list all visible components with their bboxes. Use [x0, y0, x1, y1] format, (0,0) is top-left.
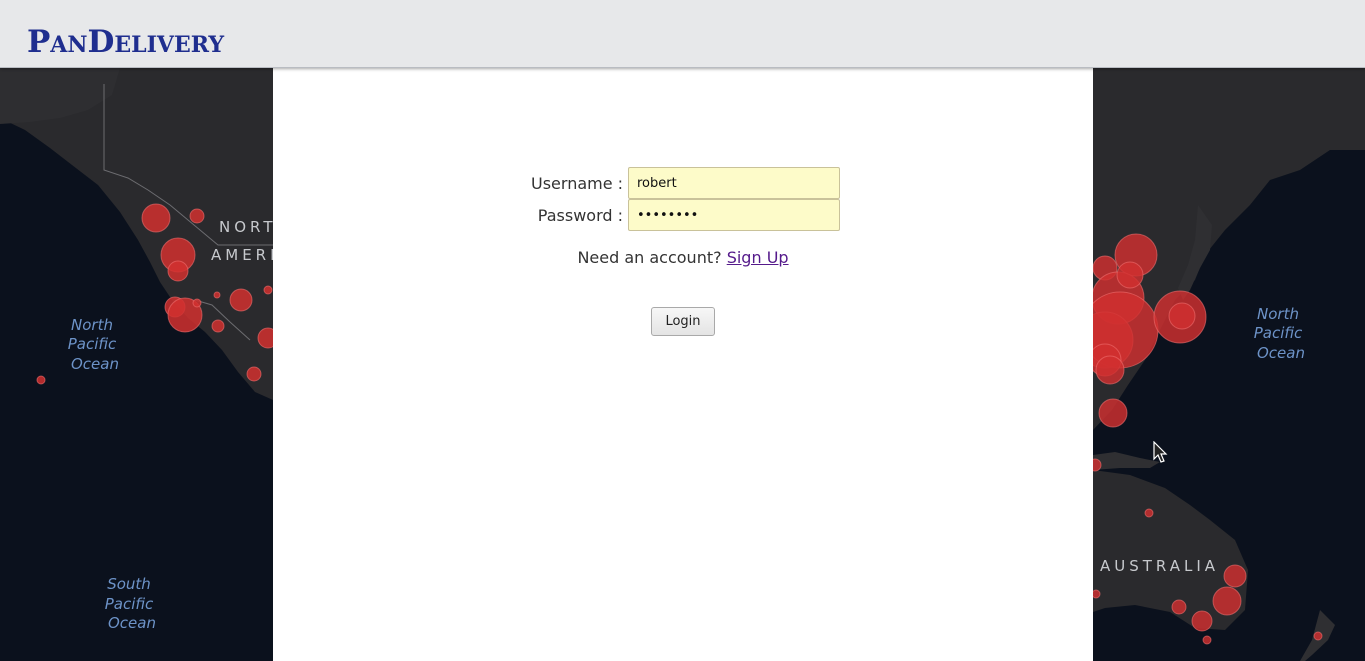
svg-text:South: South [107, 575, 151, 593]
password-row: Password : [531, 199, 840, 231]
app-logo[interactable]: PanDelivery [27, 22, 224, 62]
svg-text:North: North [1257, 305, 1299, 323]
svg-text:North: North [71, 316, 113, 334]
map-marker [246, 366, 262, 382]
password-input[interactable] [628, 199, 840, 231]
continent-label-australia: AUSTRALIA [1100, 557, 1219, 575]
top-header: PanDelivery [0, 0, 1365, 68]
map-marker [1313, 631, 1323, 641]
mouse-cursor-icon [1153, 441, 1168, 463]
svg-text:Ocean: Ocean [1257, 344, 1305, 362]
map-marker [1202, 635, 1212, 645]
signup-prompt-line: Need an account? Sign Up [273, 248, 1093, 267]
signup-link[interactable]: Sign Up [727, 248, 789, 267]
map-marker [211, 319, 225, 333]
map-marker [1212, 586, 1242, 616]
map-marker [189, 208, 205, 224]
svg-text:Pacific: Pacific [105, 595, 154, 613]
map-marker [167, 260, 189, 282]
map-marker [1116, 261, 1144, 289]
page: North Pacific Ocean South Pacific Ocean … [0, 0, 1365, 661]
login-panel: Username : Password : Need an account? S… [273, 68, 1093, 661]
map-marker [1098, 398, 1128, 428]
signup-prompt-text: Need an account? [577, 248, 722, 267]
svg-text:Pacific: Pacific [68, 335, 117, 353]
svg-text:Ocean: Ocean [108, 614, 156, 632]
map-marker [1095, 355, 1125, 385]
map-marker [1171, 599, 1187, 615]
username-label: Username : [531, 173, 624, 193]
map-marker [1223, 564, 1247, 588]
svg-text:Pacific: Pacific [1254, 324, 1303, 342]
username-input[interactable] [628, 167, 840, 199]
map-marker [1191, 610, 1213, 632]
map-marker [229, 288, 253, 312]
map-marker [213, 291, 221, 299]
map-marker [192, 298, 202, 308]
login-button[interactable]: Login [651, 307, 715, 336]
map-marker [1168, 302, 1196, 330]
map-marker [141, 203, 171, 233]
ocean-label-north-pacific-left: North Pacific Ocean [68, 316, 119, 373]
password-label: Password : [537, 205, 623, 225]
map-marker [263, 285, 273, 295]
svg-text:Ocean: Ocean [71, 355, 119, 373]
ocean-label-north-pacific-right: North Pacific Ocean [1254, 305, 1305, 362]
username-row: Username : [531, 167, 840, 199]
map-marker [1144, 508, 1154, 518]
map-marker [1091, 589, 1101, 599]
ocean-label-south-pacific: South Pacific Ocean [105, 575, 156, 632]
map-marker [36, 375, 46, 385]
